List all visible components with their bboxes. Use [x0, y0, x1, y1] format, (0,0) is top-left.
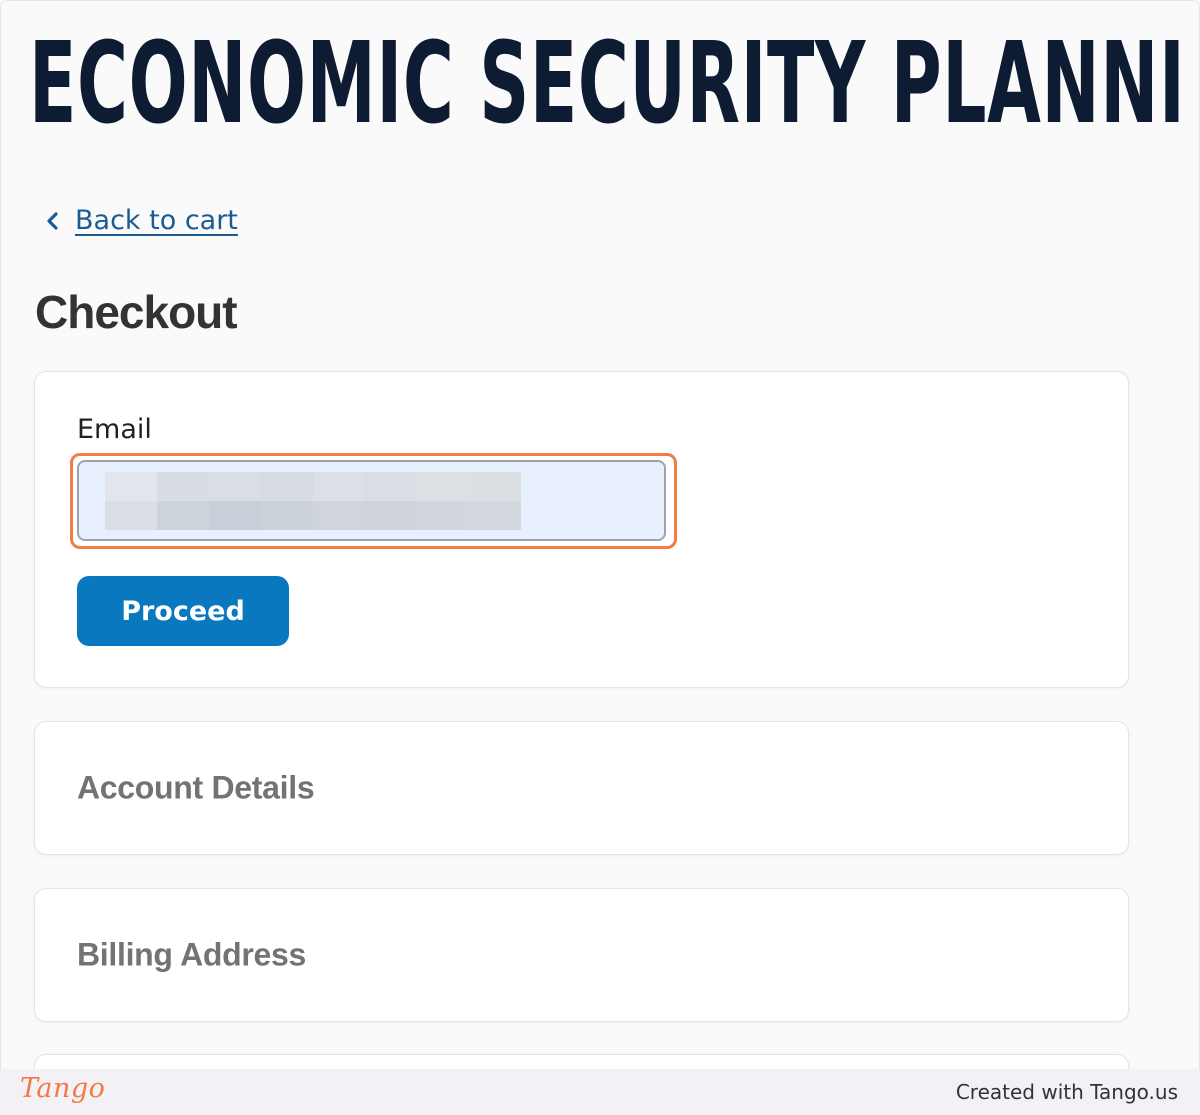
- proceed-button[interactable]: Proceed: [77, 576, 289, 646]
- billing-address-title: Billing Address: [77, 936, 307, 973]
- page-title: Checkout: [35, 286, 238, 338]
- email-field[interactable]: [77, 460, 666, 541]
- email-label: Email: [77, 414, 152, 445]
- account-details-title: Account Details: [77, 769, 315, 806]
- checkout-page: ECONOMIC SECURITY PLANNI Back to cart Ch…: [0, 0, 1200, 1071]
- email-card: Email Proceed: [34, 371, 1129, 688]
- back-to-cart-link[interactable]: Back to cart: [43, 205, 238, 236]
- tango-footer-bar: Tango Created with Tango.us: [0, 1069, 1200, 1115]
- back-to-cart-label: Back to cart: [75, 205, 238, 236]
- account-details-card[interactable]: Account Details: [34, 721, 1129, 855]
- billing-address-card[interactable]: Billing Address: [34, 888, 1129, 1022]
- chevron-left-icon: [47, 211, 58, 230]
- site-title: ECONOMIC SECURITY PLANNI: [29, 19, 1186, 149]
- tango-logo: Tango: [20, 1073, 106, 1104]
- tango-credit: Created with Tango.us: [955, 1080, 1178, 1104]
